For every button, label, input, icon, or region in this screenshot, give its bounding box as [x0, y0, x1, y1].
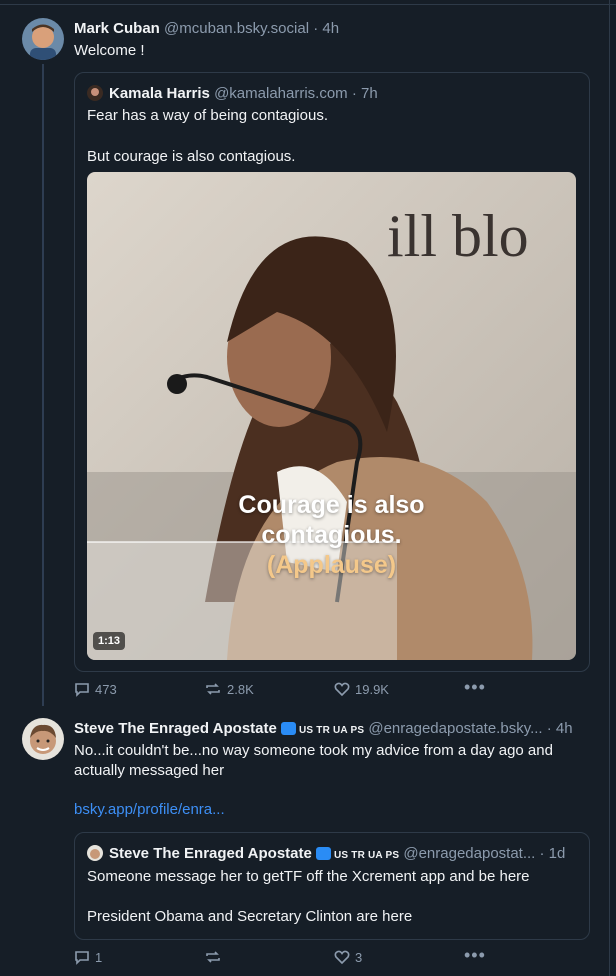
reply-button[interactable]: 473 — [74, 681, 117, 697]
post-header: Mark Cuban @mcuban.bsky.social · 4h — [74, 20, 339, 37]
post-actions: 1 3 ••• — [74, 945, 594, 968]
more-icon: ••• — [464, 677, 486, 697]
post-text: Welcome ! — [74, 42, 145, 59]
quote-author-handle: @kamalaharris.com — [214, 85, 348, 102]
avatar[interactable] — [22, 18, 64, 60]
author-handle[interactable]: @mcuban.bsky.social — [164, 20, 309, 37]
thread-connector — [42, 64, 44, 706]
quote-avatar — [87, 85, 103, 101]
repost-icon — [206, 683, 220, 695]
quote-header: Steve The Enraged Apostate US TR UA PS @… — [87, 845, 565, 862]
post-actions: 473 2.8K 19.9K ••• — [74, 677, 594, 700]
author-name[interactable]: Mark Cuban — [74, 20, 160, 37]
like-count: 19.9K — [355, 681, 389, 697]
video-duration: 1:13 — [93, 632, 126, 650]
wave-icon — [281, 722, 297, 735]
quote-text-line2: President Obama and Secretary Clinton ar… — [87, 908, 413, 925]
repost-button[interactable]: 2.8K — [204, 681, 254, 697]
quote-author-name: Steve The Enraged Apostate — [109, 845, 312, 862]
top-divider — [0, 4, 616, 5]
video-caption: Courage is also contagious. (Applause) — [87, 490, 576, 580]
quote-text-line1: Someone message her to getTF off the Xcr… — [87, 868, 530, 885]
quote-post[interactable]: Kamala Harris @kamalaharris.com · 7h Fea… — [74, 72, 590, 672]
like-count: 3 — [355, 949, 363, 965]
heart-icon — [334, 950, 350, 965]
wave-icon — [316, 847, 332, 860]
more-options-button[interactable]: ••• — [464, 945, 486, 966]
like-button[interactable]: 3 — [334, 949, 362, 965]
quote-post[interactable]: Steve The Enraged Apostate US TR UA PS @… — [74, 832, 590, 940]
avatar[interactable] — [22, 718, 64, 760]
quote-text-line1: Fear has a way of being contagious. — [87, 107, 328, 124]
video-player[interactable]: ill blo Courage is also contagious. (App… — [87, 172, 576, 660]
flag-badges: US TR UA PS — [299, 725, 365, 736]
right-divider — [609, 0, 610, 976]
post-time[interactable]: · 4h — [547, 720, 573, 737]
author-name[interactable]: Steve The Enraged Apostate — [74, 720, 277, 737]
reply-count: 1 — [95, 949, 103, 965]
quote-header: Kamala Harris @kamalaharris.com · 7h — [87, 85, 378, 102]
more-options-button[interactable]: ••• — [464, 677, 486, 698]
caption-line1: Courage is also — [238, 491, 425, 519]
quote-time: · 7h — [351, 85, 378, 102]
repost-button[interactable] — [204, 949, 227, 965]
quote-text-line2: But courage is also contagious. — [87, 148, 296, 165]
flag-badges: US TR UA PS — [334, 850, 400, 861]
quote-author-name: Kamala Harris — [109, 85, 210, 102]
quote-avatar — [87, 845, 103, 861]
post-time[interactable]: · 4h — [313, 20, 339, 37]
author-handle[interactable]: @enragedapostate.bsky... — [368, 720, 542, 737]
caption-line3: (Applause) — [266, 551, 397, 579]
heart-icon — [334, 682, 350, 697]
profile-link[interactable]: bsky.app/profile/enra... — [74, 800, 225, 820]
reply-count: 473 — [95, 681, 117, 697]
more-icon: ••• — [464, 945, 486, 965]
reply-button[interactable]: 1 — [74, 949, 102, 965]
reply-icon — [75, 683, 89, 697]
background-sign: ill blo — [387, 203, 529, 269]
reply-icon — [75, 951, 89, 965]
repost-count: 2.8K — [227, 681, 254, 697]
post-text: No...it couldn't be...no way someone too… — [74, 742, 553, 779]
quote-time: · 1d — [539, 845, 566, 862]
caption-line2: contagious. — [261, 521, 402, 549]
like-button[interactable]: 19.9K — [334, 681, 389, 697]
repost-icon — [206, 951, 220, 963]
post-header: Steve The Enraged Apostate US TR UA PS @… — [74, 720, 573, 737]
quote-author-handle: @enragedapostat... — [403, 845, 536, 862]
